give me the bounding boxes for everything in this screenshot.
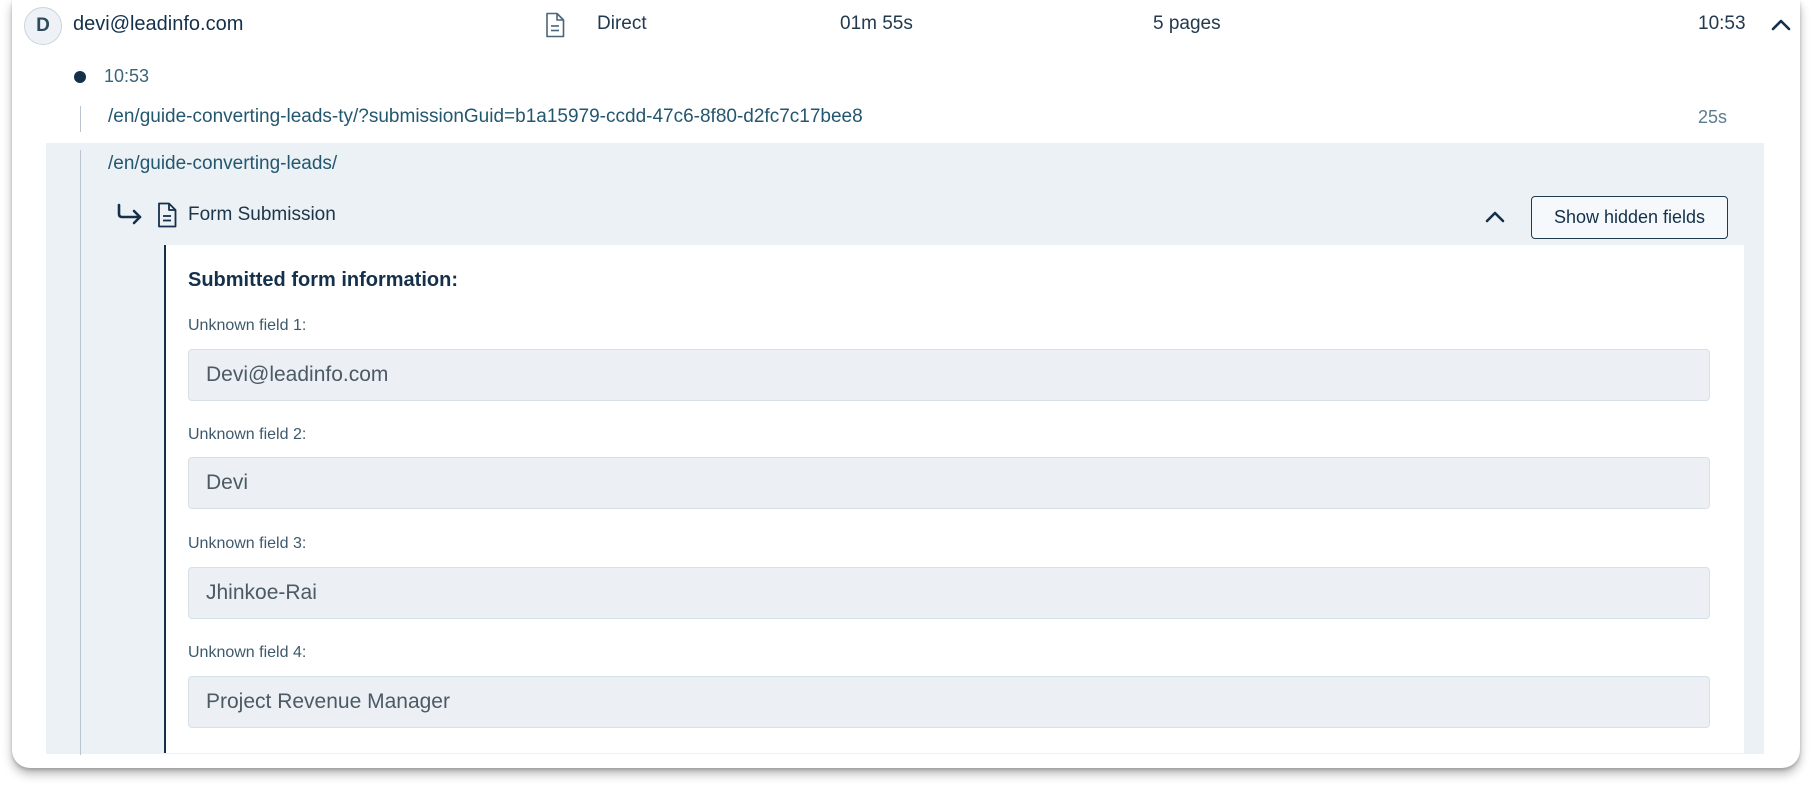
chevron-up-icon[interactable] bbox=[1484, 206, 1506, 228]
form-details-panel: Submitted form information: Unknown fiel… bbox=[164, 245, 1744, 753]
field-value: Jhinkoe-Rai bbox=[188, 567, 1710, 619]
pageview-url[interactable]: /en/guide-converting-leads/ bbox=[108, 153, 337, 175]
session-card: D devi@leadinfo.com Direct 01m 55s 5 pag… bbox=[12, 0, 1800, 768]
document-icon bbox=[546, 12, 565, 38]
form-submission-title: Form Submission bbox=[188, 204, 336, 225]
timeline-line bbox=[80, 106, 81, 132]
show-hidden-fields-button[interactable]: Show hidden fields bbox=[1531, 196, 1728, 239]
visitor-email: devi@leadinfo.com bbox=[73, 13, 244, 35]
pageview-url[interactable]: /en/guide-converting-leads-ty/?submissio… bbox=[108, 106, 863, 128]
session-time: 10:53 bbox=[1698, 13, 1746, 34]
session-pages: 5 pages bbox=[1153, 13, 1221, 34]
field-value: Devi bbox=[188, 457, 1710, 509]
avatar: D bbox=[24, 7, 62, 45]
visit-time: 10:53 bbox=[104, 66, 150, 86]
pageview-duration: 25s bbox=[1698, 107, 1728, 127]
field-value: Devi@leadinfo.com bbox=[188, 349, 1710, 401]
field-label: Unknown field 1: bbox=[188, 317, 307, 334]
form-heading: Submitted form information: bbox=[188, 269, 458, 291]
field-label: Unknown field 4: bbox=[188, 644, 307, 661]
field-value: Project Revenue Manager bbox=[188, 676, 1710, 728]
document-icon bbox=[158, 202, 177, 228]
field-label: Unknown field 3: bbox=[188, 535, 307, 552]
timeline-line bbox=[80, 150, 81, 755]
session-duration: 01m 55s bbox=[840, 13, 913, 34]
field-label: Unknown field 2: bbox=[188, 426, 307, 443]
chevron-up-icon[interactable] bbox=[1770, 14, 1792, 36]
session-source: Direct bbox=[597, 13, 647, 34]
session-row[interactable]: D devi@leadinfo.com Direct 01m 55s 5 pag… bbox=[12, 0, 1800, 50]
timeline-dot bbox=[74, 71, 86, 83]
arrow-return-right-icon bbox=[117, 203, 142, 225]
